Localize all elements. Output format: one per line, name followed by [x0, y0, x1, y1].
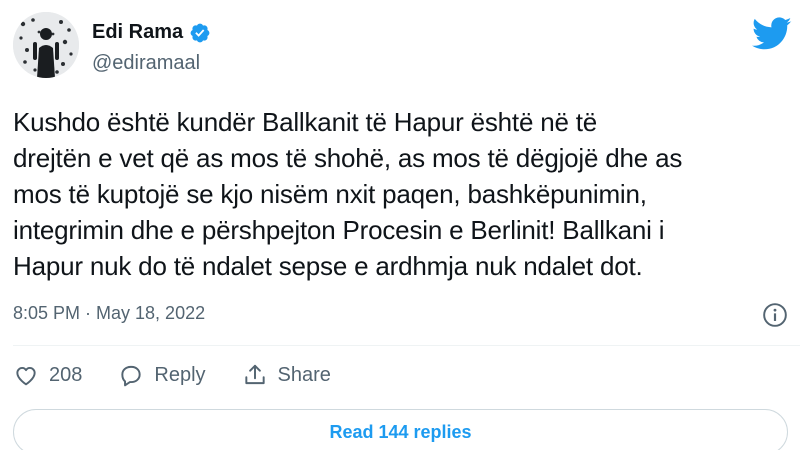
tweet-text-line: integrimin dhe e përshpejton Procesin e …	[13, 215, 665, 245]
heart-icon	[16, 366, 36, 386]
divider	[13, 345, 800, 346]
read-replies-button[interactable]: Read 144 replies	[13, 409, 788, 450]
tweet-text-line: drejtën e vet që as mos të shohë, as mos…	[13, 143, 683, 173]
twitter-bird-icon[interactable]	[752, 13, 792, 53]
reply-bubble-icon	[121, 365, 142, 387]
verified-badge-icon	[190, 23, 210, 42]
author-name-row: Edi Rama	[92, 21, 211, 44]
author-display-name[interactable]: Edi Rama	[92, 21, 183, 44]
reply-label: Reply	[154, 363, 206, 386]
like-button[interactable]: 208	[13, 362, 82, 388]
reply-button[interactable]: Reply	[118, 362, 206, 388]
tweet-text-line: mos të kuptojë se kjo nisëm nxit paqen, …	[13, 179, 647, 209]
tweet-text-line: Kushdo është kundër Ballkanit të Hapur ë…	[13, 107, 598, 137]
author-handle[interactable]: @ediramaal	[92, 52, 200, 75]
share-icon	[244, 364, 265, 385]
info-icon[interactable]	[762, 302, 788, 328]
tweet-text-line: Hapur nuk do të ndalet sepse e ardhmja n…	[13, 251, 643, 281]
avatar[interactable]	[13, 12, 79, 78]
like-count: 208	[49, 363, 83, 386]
tweet-timestamp[interactable]: 8:05 PM · May 18, 2022	[13, 303, 205, 324]
tweet-text: Kushdo është kundër Ballkanit të Hapur ë…	[13, 104, 788, 284]
share-label: Share	[277, 363, 331, 386]
tweet-card: Edi Rama @ediramaal Kushdo është kundër …	[0, 0, 800, 450]
share-button[interactable]: Share	[242, 362, 331, 388]
avatar-image	[13, 12, 79, 78]
tweet-actions: 208 Reply Share	[13, 362, 367, 388]
